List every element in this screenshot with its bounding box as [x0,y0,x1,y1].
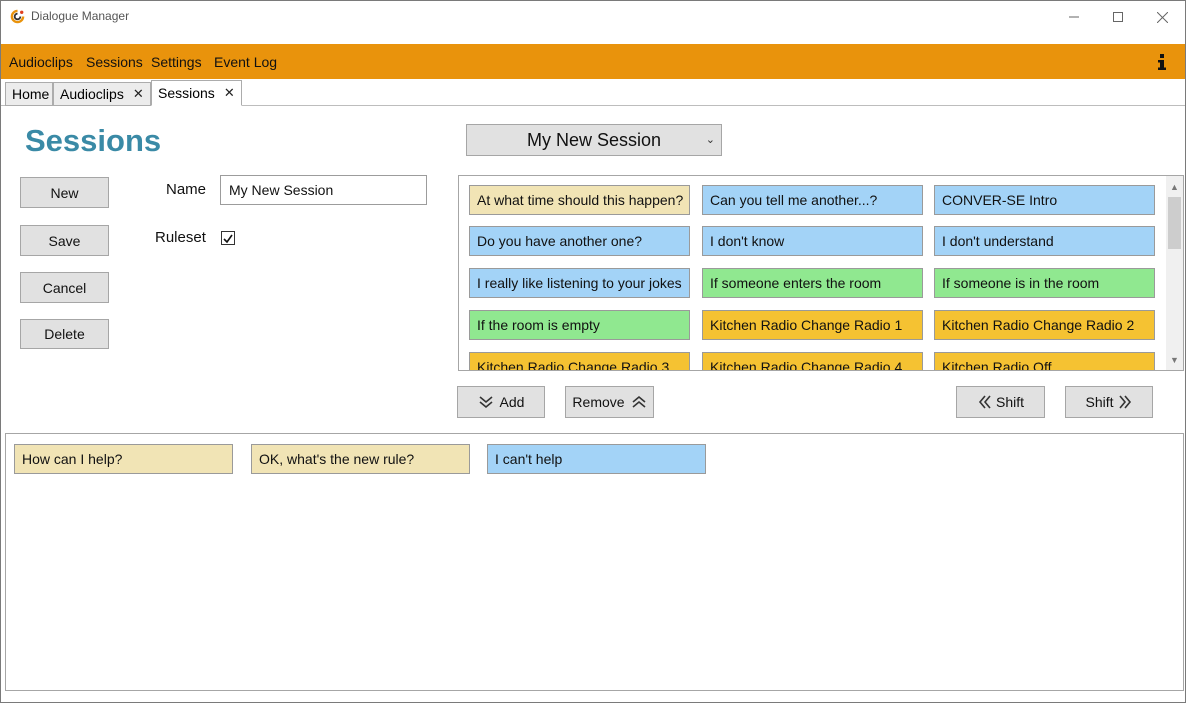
save-button[interactable]: Save [20,225,109,256]
chevron-down-icon: ⌄ [705,134,715,146]
scroll-thumb[interactable] [1168,197,1181,249]
tab-audioclips-close-icon[interactable]: ✕ [133,86,144,102]
clip-item[interactable]: Can you tell me another...? [702,185,923,215]
name-label: Name [166,181,207,198]
clip-item[interactable]: If the room is empty [469,310,690,340]
clip-item[interactable]: I don't know [702,226,923,256]
name-input[interactable] [220,175,427,205]
app-logo-icon [10,9,25,24]
clip-item[interactable]: Kitchen Radio Change Radio 4 [702,352,923,370]
clip-item[interactable]: Do you have another one? [469,226,690,256]
clip-item[interactable]: Kitchen Radio Change Radio 1 [702,310,923,340]
maximize-icon [1113,12,1123,22]
tab-sessions-close-icon[interactable]: ✕ [224,85,235,101]
clip-item[interactable]: Kitchen Radio Change Radio 3 [469,352,690,370]
session-clips-panel[interactable]: How can I help? OK, what's the new rule? I… [5,433,1184,691]
new-button[interactable]: New [20,177,109,208]
clip-item[interactable]: I really like listening to your jokes [469,268,690,298]
double-chevron-right-icon [1118,395,1131,409]
menu-sessions[interactable]: Sessions [86,54,143,70]
tab-audioclips-label: Audioclips [60,86,124,102]
tab-sessions[interactable]: Sessions ✕ [151,80,242,106]
tab-home-label: Home [12,86,50,102]
tab-audioclips[interactable]: Audioclips ✕ [53,82,151,106]
shift-right-button[interactable]: Shift [1065,386,1153,418]
shift-left-label: Shift [995,394,1024,410]
clip-item[interactable]: If someone is in the room [934,268,1155,298]
title-bar: Dialogue Manager [1,1,1185,33]
menu-audioclips[interactable]: Audioclips [9,54,73,70]
clip-item[interactable]: Kitchen Radio Off [934,352,1155,370]
double-chevron-up-icon [632,395,646,408]
tab-strip: Home Audioclips ✕ Sessions ✕ [1,79,1185,106]
window-title: Dialogue Manager [31,9,130,23]
app-window: Dialogue Manager Audioclips Sessions Set… [0,0,1186,703]
clip-item[interactable]: I don't understand [934,226,1155,256]
double-chevron-left-icon [978,395,991,409]
scroll-up-icon[interactable]: ▲ [1166,178,1183,195]
add-button-label: Add [499,394,525,410]
info-icon[interactable] [1155,52,1169,72]
page-title: Sessions [25,123,162,158]
ruleset-checkbox[interactable] [221,231,235,245]
clip-item[interactable]: CONVER-SE Intro [934,185,1155,215]
cancel-button[interactable]: Cancel [20,272,109,303]
remove-button[interactable]: Remove [565,386,654,418]
shift-left-button[interactable]: Shift [956,386,1045,418]
delete-button[interactable]: Delete [20,319,109,349]
maximize-button[interactable] [1095,1,1141,33]
session-clip-item[interactable]: OK, what's the new rule? [251,444,470,474]
scroll-down-icon[interactable]: ▼ [1166,351,1183,368]
menu-settings[interactable]: Settings [151,54,202,70]
close-icon [1156,11,1168,23]
minimize-button[interactable] [1051,1,1097,33]
session-select[interactable]: My New Session ⌄ [466,124,722,156]
add-button[interactable]: Add [457,386,545,418]
menu-event-log[interactable]: Event Log [214,54,277,70]
clip-item[interactable]: At what time should this happen? [469,185,690,215]
checkmark-icon [223,234,233,244]
close-button[interactable] [1139,1,1185,33]
available-clips-panel[interactable]: At what time should this happen? Can you … [458,175,1184,371]
menu-bar: Audioclips Sessions Settings Event Log [1,44,1185,79]
remove-button-label: Remove [572,394,625,410]
clips-scrollbar[interactable]: ▲ ▼ [1166,176,1183,370]
shift-right-label: Shift [1085,394,1114,410]
session-select-value: My New Session [526,129,662,150]
tab-home[interactable]: Home [5,82,53,106]
clip-item[interactable]: If someone enters the room [702,268,923,298]
tab-sessions-label: Sessions [158,85,215,101]
minimize-icon [1069,16,1079,18]
session-clip-item[interactable]: I can't help [487,444,706,474]
clip-item[interactable]: Kitchen Radio Change Radio 2 [934,310,1155,340]
ruleset-label: Ruleset [155,229,206,246]
double-chevron-down-icon [479,396,493,409]
session-clip-item[interactable]: How can I help? [14,444,233,474]
